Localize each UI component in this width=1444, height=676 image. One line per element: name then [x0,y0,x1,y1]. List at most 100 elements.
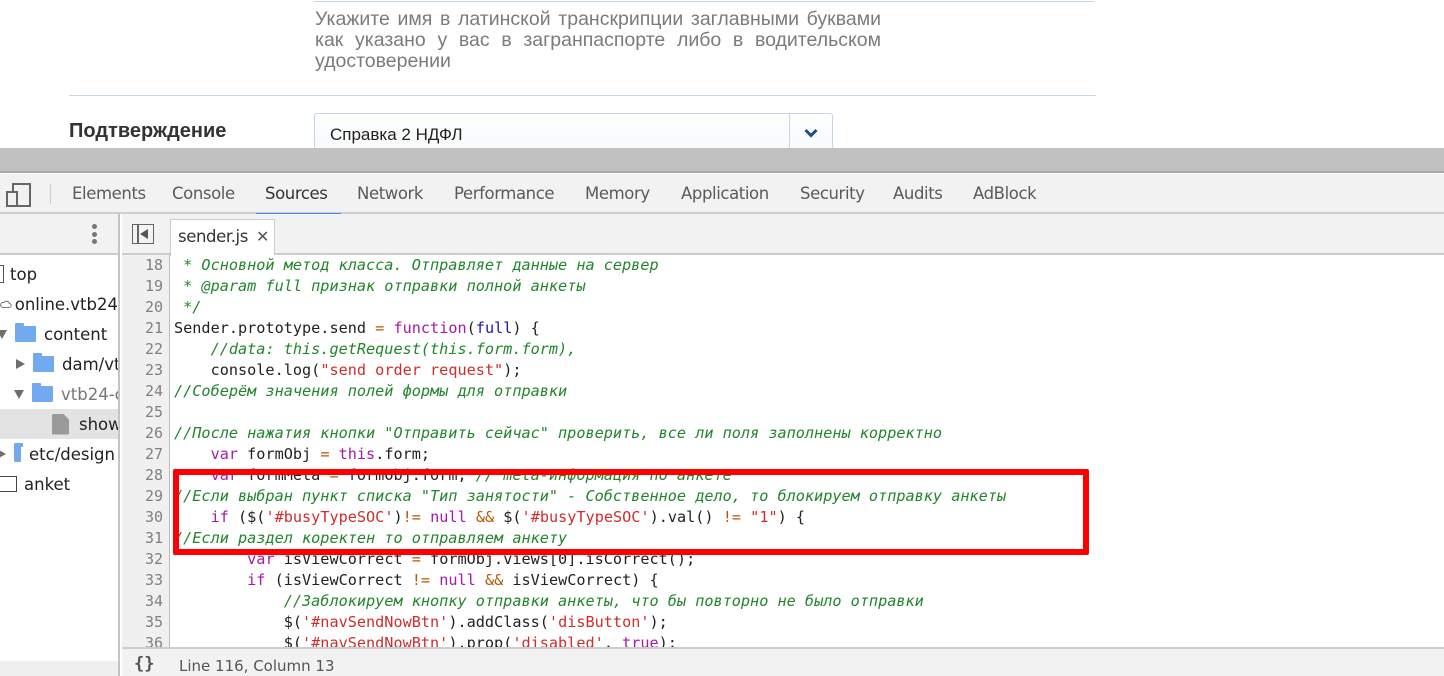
tree-item-label: etc/design [29,444,115,464]
divider [314,1,1094,2]
tree-item-domain[interactable]: online.vtb24 [0,289,118,319]
tree-item-label: online.vtb24 [14,294,118,314]
tab-console[interactable]: Console [172,174,235,214]
tree-item-label: dam/vtb [62,354,120,374]
name-hint-text: Укажите имя в латинской транскрипции заг… [315,8,881,72]
close-icon[interactable]: ✕ [256,220,269,254]
tree-item-vtb24[interactable]: vtb24-c [14,379,120,409]
tree-item-content[interactable]: content [0,319,115,349]
line-number[interactable]: 31 [122,528,169,549]
tree-item-dam[interactable]: dam/vtb [16,349,120,379]
code-line[interactable]: var formMeta = formObj.form; // meta-инф… [171,465,1444,486]
folder-icon [33,353,54,372]
code-line[interactable]: var formObj = this.form; [171,444,1444,465]
code-line[interactable]: var isViewCorrect = formObj.views[0].isC… [171,549,1444,570]
line-number[interactable]: 35 [122,612,169,633]
tab-performance[interactable]: Performance [454,174,555,214]
editor-tabbar: sender.js ✕ [122,214,1444,256]
tree-item-label: vtb24-c [61,384,120,404]
line-number[interactable]: 30 [122,507,169,528]
tab-security[interactable]: Security [800,174,865,214]
folder-icon [15,323,36,342]
devtools-tabbar: Elements Console Sources Network Perform… [0,174,1444,216]
code-line[interactable]: if (isViewCorrect != null && isViewCorre… [171,570,1444,591]
folder-icon [14,443,23,462]
code-line[interactable]: if ($('#busyTypeSOC')!= null && $('#busy… [171,507,1444,528]
tree-item-etc-design[interactable]: etc/design [0,439,115,469]
line-number[interactable]: 34 [122,591,169,612]
line-number[interactable]: 22 [122,339,169,360]
pretty-print-icon[interactable]: {} [134,654,154,674]
file-tab-sender-js[interactable]: sender.js ✕ [170,219,275,256]
tree-item-show[interactable]: show [0,409,120,439]
code-editor[interactable]: * Основной метод класса. Отправляет данн… [171,255,1444,647]
navigator-scrollbar[interactable] [0,661,118,676]
tree-item-top[interactable]: top [0,259,112,289]
chevron-down-icon[interactable] [789,114,832,148]
tab-audits[interactable]: Audits [893,174,943,214]
tab-sources[interactable]: Sources [255,174,343,216]
file-icon [52,413,69,435]
sources-navigator: top online.vtb24 content dam/vtb vtb24-c… [0,214,120,676]
devtools-resize-handle[interactable] [0,148,1444,173]
code-line[interactable]: //Если выбран пункт списка "Тип занятост… [171,486,1444,507]
line-number[interactable]: 25 [122,402,169,423]
line-number[interactable]: 24 [122,381,169,402]
tree-item-label: content [44,324,108,344]
code-line[interactable]: //data: this.getRequest(this.form.form), [171,339,1444,360]
line-number[interactable]: 20 [122,297,169,318]
confirmation-select-value: Справка 2 НДФЛ [330,125,463,144]
confirmation-label: Подтверждение [69,120,227,142]
code-line[interactable]: * @param full признак отправки полной ан… [171,276,1444,297]
line-number[interactable]: 28 [122,465,169,486]
cloud-icon [0,300,12,308]
expand-arrow-icon[interactable] [0,329,7,339]
tab-elements[interactable]: Elements [72,174,146,214]
confirmation-select[interactable]: Справка 2 НДФЛ [314,113,833,148]
line-number-gutter[interactable]: 18 19 20 21 22 23 24 25 26 27 28 29 30 31 32 33 34 35 36 [122,255,170,647]
tree-item-label: top [10,264,38,284]
collapse-arrow-icon[interactable] [0,449,6,459]
code-line[interactable]: //После нажатия кнопки "Отправить сейчас… [171,423,1444,444]
line-number[interactable]: 32 [122,549,169,570]
line-number[interactable]: 18 [122,255,169,276]
line-number[interactable]: 26 [122,423,169,444]
tab-network[interactable]: Network [357,174,423,214]
editor-statusbar: {} Line 116, Column 13 [122,647,1444,676]
cursor-position: Line 116, Column 13 [179,657,335,675]
line-number[interactable]: 23 [122,360,169,381]
code-line[interactable]: Sender.prototype.send = function(full) { [171,318,1444,339]
tab-memory[interactable]: Memory [585,174,650,214]
line-number[interactable]: 21 [122,318,169,339]
tree-item-label: show [79,414,120,434]
line-number[interactable]: 36 [122,633,169,647]
code-line[interactable]: $('#navSendNowBtn').addClass('disButton'… [171,612,1444,633]
line-number[interactable]: 29 [122,486,169,507]
more-options-icon[interactable] [92,224,98,247]
line-number[interactable]: 27 [122,444,169,465]
frame-icon [0,265,4,283]
folder-icon [32,383,53,402]
file-tab-label: sender.js [178,227,248,246]
toggle-navigator-icon[interactable] [132,224,154,244]
tab-application[interactable]: Application [681,174,769,214]
code-line[interactable]: //Заблокируем кнопку отправки анкеты, чт… [171,591,1444,612]
code-line[interactable]: console.log("send order request"); [171,360,1444,381]
line-number[interactable]: 19 [122,276,169,297]
divider [69,95,1096,96]
tree-item-label: anket [24,474,71,494]
code-line[interactable] [171,402,1444,423]
device-toolbar-icon[interactable] [6,183,32,212]
code-line[interactable]: //Соберём значения полей формы для отпра… [171,381,1444,402]
frame-icon [0,476,17,492]
code-line[interactable]: */ [171,297,1444,318]
expand-arrow-icon[interactable] [14,389,24,399]
tab-adblock[interactable]: AdBlock [973,174,1037,214]
navigator-header [0,214,118,255]
tree-item-anket[interactable]: anket [0,469,116,499]
collapse-arrow-icon[interactable] [16,359,25,369]
code-line[interactable]: //Если раздел коректен то отправляем анк… [171,528,1444,549]
line-number[interactable]: 33 [122,570,169,591]
code-line[interactable]: $('#navSendNowBtn').prop('disabled', tru… [171,633,1444,647]
code-line[interactable]: * Основной метод класса. Отправляет данн… [171,255,1444,276]
